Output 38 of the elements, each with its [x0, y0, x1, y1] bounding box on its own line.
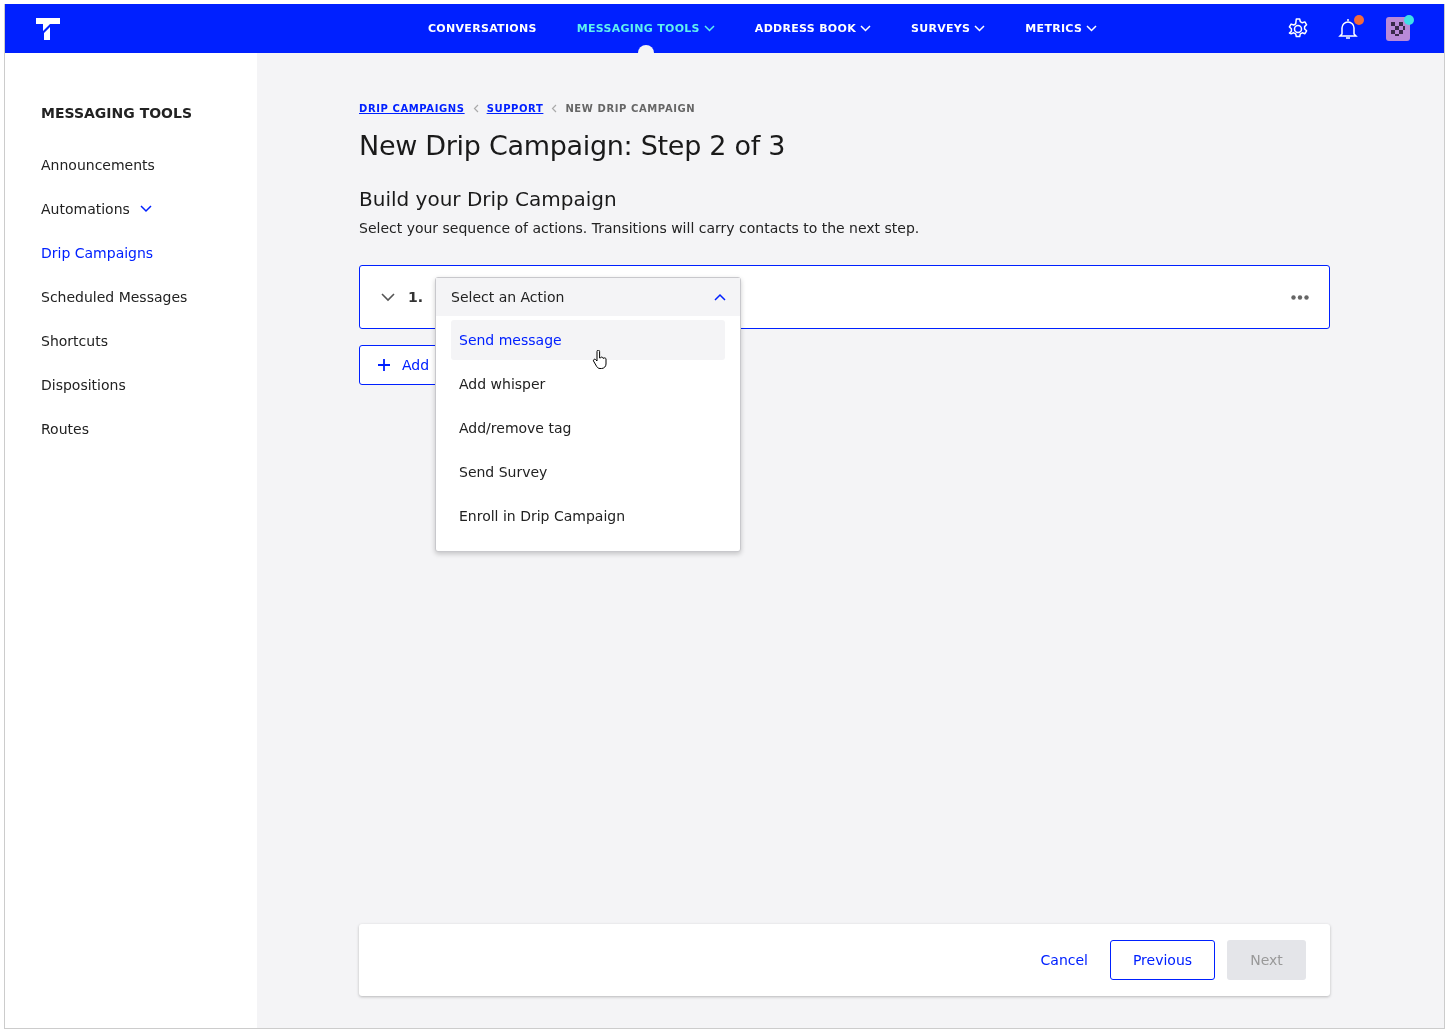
sidebar-item[interactable]: Shortcuts: [41, 319, 108, 363]
nav-tab[interactable]: ADDRESS BOOK: [734, 4, 891, 53]
chevron-icon: [472, 104, 479, 113]
sidebar-item[interactable]: Dispositions: [41, 363, 126, 407]
notification-bell-icon[interactable]: [1336, 16, 1360, 41]
nav-tab[interactable]: MESSAGING TOOLS: [556, 4, 735, 53]
dropdown-option[interactable]: Add whisper: [451, 364, 725, 404]
chevron-icon: [551, 104, 558, 113]
more-options-icon[interactable]: [1291, 294, 1309, 300]
avatar-icon[interactable]: [1386, 16, 1410, 41]
sidebar-item[interactable]: Drip Campaigns: [41, 231, 154, 275]
breadcrumb-current: NEW DRIP CAMPAIGN: [565, 103, 696, 114]
sidebar-item[interactable]: Announcements: [41, 143, 155, 187]
section-heading: Build your Drip Campaign: [359, 187, 618, 211]
hand-cursor-icon: [592, 350, 608, 370]
logo-icon[interactable]: [35, 16, 61, 41]
sidebar-title: MESSAGING TOOLS: [41, 105, 192, 121]
chevron-icon[interactable]: [381, 292, 395, 302]
caret-icon: [714, 293, 726, 301]
action-select[interactable]: Select an Action: [436, 278, 740, 316]
previous-button[interactable]: Previous: [1110, 940, 1215, 980]
sidebar-item[interactable]: Routes: [41, 407, 89, 451]
breadcrumb-link[interactable]: SUPPORT: [486, 103, 544, 114]
breadcrumb-link[interactable]: DRIP CAMPAIGNS: [359, 103, 465, 114]
step-number: 1.: [408, 289, 424, 305]
dropdown-option[interactable]: Add/remove tag: [451, 408, 725, 448]
cancel-button[interactable]: Cancel: [1034, 940, 1094, 980]
section-description: Select your sequence of actions. Transitions will carry contacts to the next step.: [359, 220, 921, 236]
dropdown-option[interactable]: Send Survey: [451, 452, 725, 492]
plus-icon: [378, 359, 390, 371]
dropdown-option[interactable]: Enroll in Drip Campaign: [451, 496, 725, 536]
dropdown-option[interactable]: Send message: [451, 320, 725, 360]
nav-tab[interactable]: CONVERSATIONS: [408, 4, 557, 53]
sidebar-item[interactable]: Automations: [41, 187, 152, 231]
sidebar-item[interactable]: Scheduled Messages: [41, 275, 188, 319]
nav-tab[interactable]: SURVEYS: [891, 4, 1006, 53]
nav-tab[interactable]: METRICS: [1005, 4, 1118, 53]
page-title: New Drip Campaign: Step 2 of 3: [359, 130, 786, 161]
